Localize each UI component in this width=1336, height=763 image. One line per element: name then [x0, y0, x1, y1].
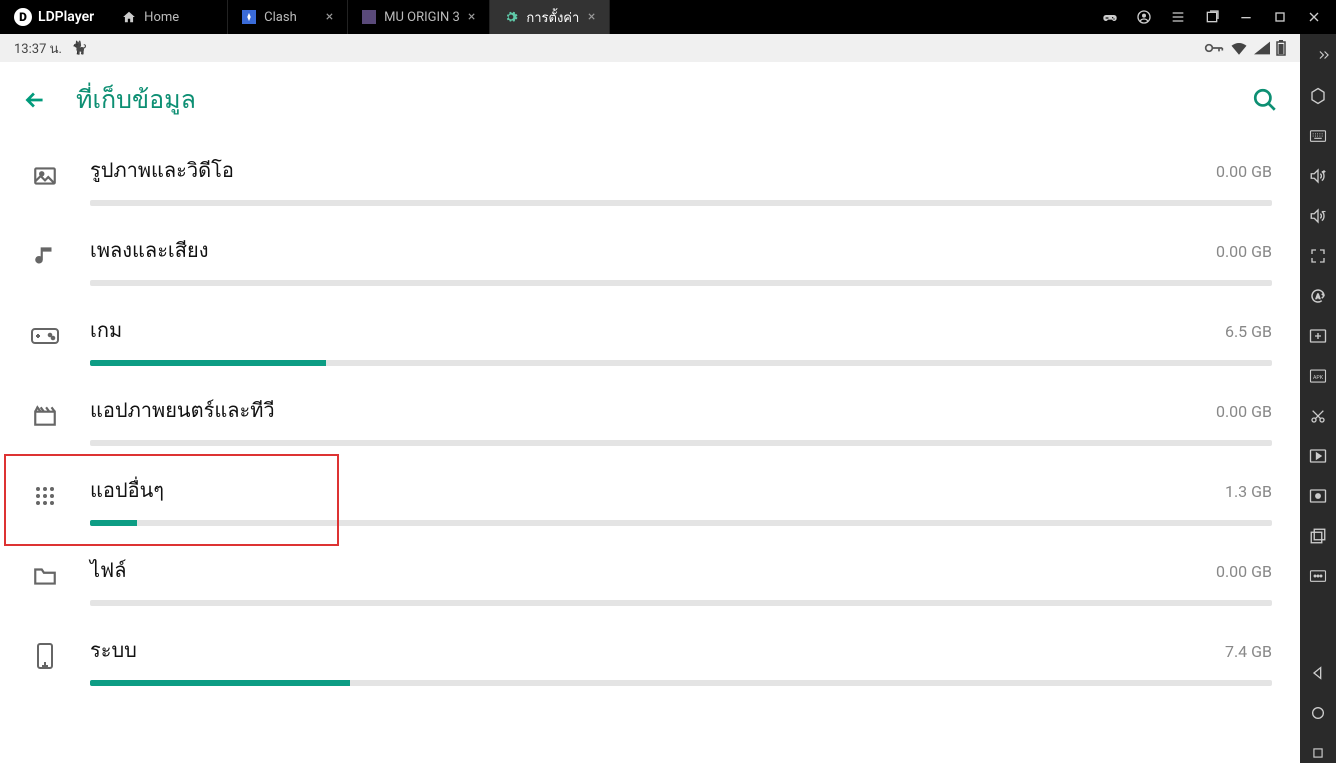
image-icon	[28, 154, 62, 198]
storage-label: เพลงและเสียง	[90, 234, 208, 266]
storage-size: 0.00 GB	[1216, 562, 1272, 581]
window-titlebar: D LDPlayer HomeClash×MU ORIGIN 3×การตั้ง…	[0, 0, 1336, 34]
tab-clash[interactable]: Clash×	[228, 0, 348, 34]
storage-bar	[90, 520, 1272, 526]
wifi-icon	[1230, 41, 1248, 55]
storage-label: เกม	[90, 314, 122, 346]
mu-icon	[362, 10, 376, 24]
storage-label: ระบบ	[90, 634, 137, 666]
storage-label: แอปอื่นๆ	[90, 474, 164, 506]
gear-icon	[504, 10, 518, 24]
square-icon[interactable]	[1308, 743, 1328, 763]
sync-icon[interactable]: A	[1308, 286, 1328, 306]
storage-bar	[90, 440, 1272, 446]
window-controls	[1088, 9, 1336, 25]
app-logo: D LDPlayer	[0, 8, 108, 26]
page-title: ที่เก็บข้อมูล	[76, 80, 196, 120]
back-button[interactable]	[22, 87, 48, 113]
gamepad-icon	[28, 314, 62, 358]
collapse-toolbar-icon[interactable]	[1316, 44, 1336, 66]
android-screen: 13:37 น. 🐈 ที่เก็บข้อมูล รูปภาพและ	[0, 34, 1300, 763]
storage-bar	[90, 200, 1272, 206]
close-icon[interactable]	[1306, 9, 1322, 25]
menu-icon[interactable]	[1170, 9, 1186, 25]
tab-การตั้งค่า[interactable]: การตั้งค่า×	[490, 0, 610, 34]
vol-down-icon[interactable]	[1308, 206, 1328, 226]
home-icon	[122, 10, 136, 24]
music-icon	[28, 234, 62, 278]
storage-row-system[interactable]: ระบบ 7.4 GB	[0, 618, 1300, 698]
add-icon[interactable]	[1308, 326, 1328, 346]
gamepad-icon[interactable]	[1102, 9, 1118, 25]
popout-icon[interactable]	[1204, 9, 1220, 25]
storage-label: รูปภาพและวิดีโอ	[90, 154, 234, 186]
status-time: 13:37 น.	[14, 38, 62, 59]
storage-bar	[90, 280, 1272, 286]
cut-icon[interactable]	[1308, 406, 1328, 426]
cat-icon: 🐈	[72, 41, 88, 56]
keyboard-icon[interactable]	[1308, 126, 1328, 146]
storage-row-movie[interactable]: แอปภาพยนตร์และทีวี 0.00 GB	[0, 378, 1300, 458]
clash-icon	[242, 10, 256, 24]
signal-icon	[1254, 41, 1270, 55]
storage-label: ไฟล์	[90, 554, 126, 586]
ldplayer-logo-icon: D	[14, 8, 32, 26]
emulator-toolbar: A APK	[1300, 34, 1336, 763]
apk-icon[interactable]: APK	[1308, 366, 1328, 386]
storage-size: 0.00 GB	[1216, 402, 1272, 421]
back-tri-icon[interactable]	[1308, 663, 1328, 683]
close-tab-icon[interactable]: ×	[588, 9, 595, 25]
hex-icon[interactable]	[1308, 86, 1328, 106]
storage-size: 0.00 GB	[1216, 162, 1272, 181]
svg-text:APK: APK	[1313, 375, 1324, 381]
storage-row-folder[interactable]: ไฟล์ 0.00 GB	[0, 538, 1300, 618]
tab-strip: HomeClash×MU ORIGIN 3×การตั้งค่า×	[108, 0, 610, 34]
storage-bar	[90, 360, 1272, 366]
storage-size: 0.00 GB	[1216, 242, 1272, 261]
account-icon[interactable]	[1136, 9, 1152, 25]
circle-icon[interactable]	[1308, 703, 1328, 723]
folder-icon	[28, 554, 62, 598]
storage-list: รูปภาพและวิดีโอ 0.00 GB เพลงและเสียง 0.0…	[0, 138, 1300, 763]
battery-icon	[1276, 40, 1286, 56]
vol-up-icon[interactable]	[1308, 166, 1328, 186]
tab-home[interactable]: Home	[108, 0, 228, 34]
apps-icon	[28, 474, 62, 518]
maximize-icon[interactable]	[1272, 9, 1288, 25]
vpn-key-icon	[1204, 41, 1224, 55]
android-statusbar: 13:37 น. 🐈	[0, 34, 1300, 62]
close-tab-icon[interactable]: ×	[468, 9, 475, 25]
storage-size: 1.3 GB	[1225, 482, 1272, 501]
storage-row-music[interactable]: เพลงและเสียง 0.00 GB	[0, 218, 1300, 298]
storage-row-gamepad[interactable]: เกม 6.5 GB	[0, 298, 1300, 378]
tab-mu-origin-3[interactable]: MU ORIGIN 3×	[348, 0, 490, 34]
storage-row-apps[interactable]: แอปอื่นๆ 1.3 GB	[0, 458, 1300, 538]
fullscreen-icon[interactable]	[1308, 246, 1328, 266]
multi-icon[interactable]	[1308, 526, 1328, 546]
minimize-icon[interactable]	[1238, 9, 1254, 25]
settings-appbar: ที่เก็บข้อมูล	[0, 62, 1300, 138]
storage-size: 7.4 GB	[1225, 642, 1272, 661]
storage-bar	[90, 680, 1272, 686]
storage-bar	[90, 600, 1272, 606]
storage-label: แอปภาพยนตร์และทีวี	[90, 394, 275, 426]
storage-row-image[interactable]: รูปภาพและวิดีโอ 0.00 GB	[0, 138, 1300, 218]
more-icon[interactable]	[1308, 566, 1328, 586]
search-button[interactable]	[1252, 87, 1278, 113]
svg-text:A: A	[1316, 293, 1320, 300]
close-tab-icon[interactable]: ×	[326, 9, 333, 25]
rec-icon[interactable]	[1308, 486, 1328, 506]
system-icon	[28, 634, 62, 678]
movie-icon	[28, 394, 62, 438]
app-name: LDPlayer	[38, 9, 94, 25]
storage-size: 6.5 GB	[1225, 322, 1272, 341]
play-icon[interactable]	[1308, 446, 1328, 466]
